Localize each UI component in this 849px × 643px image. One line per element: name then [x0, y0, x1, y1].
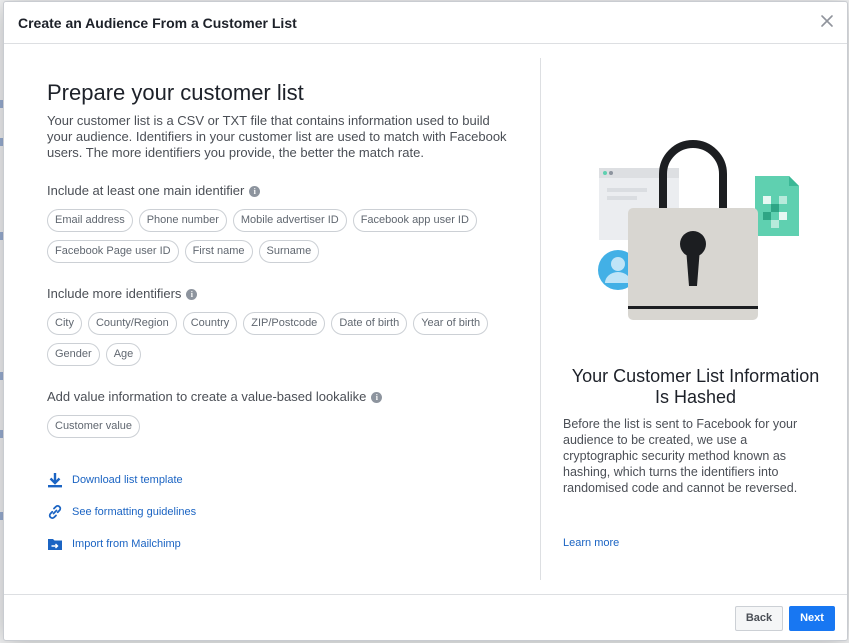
- intro-text: Your customer list is a CSV or TXT file …: [47, 113, 507, 160]
- identifier-pill: Age: [105, 343, 142, 366]
- identifier-pill: Facebook Page user ID: [47, 240, 179, 263]
- formatting-guidelines-link[interactable]: See formatting guidelines: [47, 496, 517, 528]
- next-button[interactable]: Next: [789, 606, 835, 631]
- value-identifier-label-text: Add value information to create a value-…: [47, 389, 367, 404]
- main-identifier-label: Include at least one main identifier i: [47, 183, 517, 199]
- prepare-list-panel: Prepare your customer list Your customer…: [47, 58, 517, 560]
- more-identifier-label: Include more identifiers i: [47, 286, 517, 302]
- import-folder-icon: [48, 539, 62, 550]
- identifier-pill: Mobile advertiser ID: [232, 209, 347, 232]
- import-mailchimp-link[interactable]: Import from Mailchimp: [47, 528, 517, 560]
- identifier-pill: Customer value: [47, 415, 141, 438]
- dialog-footer: Back Next: [4, 594, 847, 640]
- back-button[interactable]: Back: [735, 606, 783, 631]
- hashed-padlock-illustration: [598, 140, 799, 320]
- download-template-link[interactable]: Download list template: [47, 464, 517, 496]
- identifier-pill: ZIP/Postcode: [243, 312, 326, 335]
- close-icon: [821, 15, 833, 27]
- identifier-pill: Facebook app user ID: [352, 209, 477, 232]
- close-button[interactable]: [817, 11, 837, 31]
- hashed-description: Before the list is sent to Facebook for …: [563, 417, 798, 495]
- resource-links: Download list template See formatting gu…: [47, 464, 517, 560]
- info-icon[interactable]: i: [371, 391, 383, 403]
- customer-list-dialog: Create an Audience From a Customer List …: [3, 1, 848, 641]
- formatting-guidelines-text: See formatting guidelines: [72, 506, 197, 518]
- download-icon: [48, 473, 62, 488]
- identifier-pill: Year of birth: [413, 312, 489, 335]
- chain-link-icon: [48, 505, 62, 519]
- identifier-pill: Phone number: [138, 209, 227, 232]
- identifier-pill: Country: [182, 312, 238, 335]
- more-identifier-list: City County/Region Country ZIP/Postcode Date…: [47, 312, 517, 366]
- identifier-pill: County/Region: [87, 312, 177, 335]
- identifier-pill: Email address: [47, 209, 133, 232]
- identifier-pill: Surname: [258, 240, 320, 263]
- more-identifier-label-text: Include more identifiers: [47, 286, 182, 301]
- section-heading: Prepare your customer list: [47, 80, 304, 105]
- identifier-pill: City: [47, 312, 82, 335]
- import-mailchimp-text: Import from Mailchimp: [72, 538, 181, 550]
- hashed-title: Your Customer List Information Is Hashed: [571, 366, 820, 407]
- main-identifier-label-text: Include at least one main identifier: [47, 183, 245, 198]
- panel-divider: [540, 58, 541, 580]
- info-icon[interactable]: i: [249, 185, 261, 197]
- value-identifier-label: Add value information to create a value-…: [47, 389, 517, 405]
- dialog-header: Create an Audience From a Customer List: [4, 2, 847, 44]
- download-template-text: Download list template: [72, 474, 183, 486]
- identifier-pill: Gender: [47, 343, 100, 366]
- info-icon[interactable]: i: [186, 288, 198, 300]
- value-identifier-list: Customer value: [47, 415, 517, 438]
- identifier-pill: First name: [184, 240, 253, 263]
- identifier-pill: Date of birth: [331, 312, 408, 335]
- main-identifier-list: Email address Phone number Mobile advertis…: [47, 209, 517, 263]
- dialog-title: Create an Audience From a Customer List: [18, 15, 297, 31]
- learn-more-link[interactable]: Learn more: [563, 537, 619, 549]
